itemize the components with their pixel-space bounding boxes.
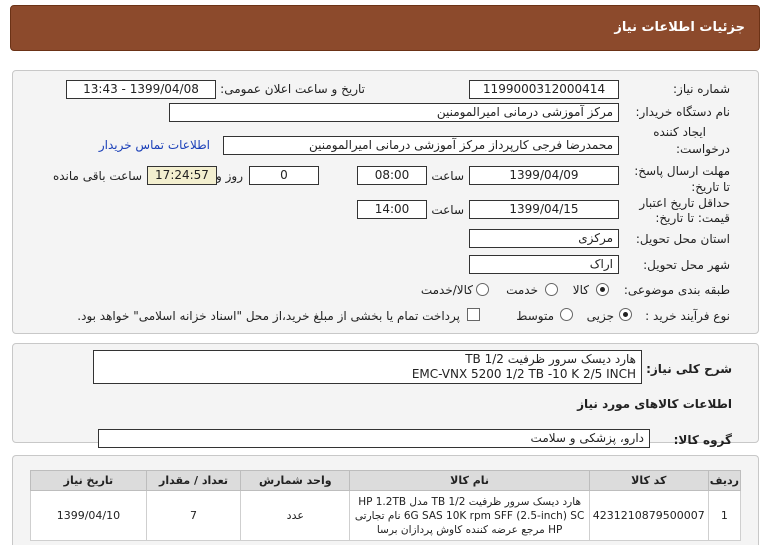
goods-section-title: اطلاعات کالاهای مورد نیاز [577,397,732,411]
deadline-label-2: تا تاریخ: [691,180,730,194]
creator-label-1: ایجاد کننده [653,125,706,139]
process-radio-medium[interactable] [560,308,573,321]
page-header: جزئیات اطلاعات نیاز [10,5,760,51]
description-line-2: EMC-VNX 5200 1/2 TB -10 K 2/5 INCH [411,367,636,381]
cell-unit: عدد [240,490,351,541]
province-label: استان محل تحویل: [635,232,730,246]
remaining-time-label: ساعت باقی مانده [52,169,142,183]
col-qty: تعداد / مقدار [145,470,242,491]
creator-label-2: درخواست: [676,142,730,156]
deadline-label-1: مهلت ارسال پاسخ: [634,164,730,178]
goods-group-label: گروه کالا: [673,433,732,447]
goods-table: ردیف کد کالا نام کالا واحد شمارش تعداد /… [30,470,742,541]
category-goods-label: کالا [572,283,589,297]
treasury-payment-note: پرداخت تمام یا بخشی از مبلغ خرید،از محل … [77,309,460,323]
need-number-label: شماره نیاز: [673,82,730,96]
validity-label-2: قیمت: تا تاریخ: [655,211,730,225]
deadline-time-label: ساعت [431,169,464,183]
city-field: اراک [469,255,619,274]
process-type-label: نوع فرآیند خرید : [645,309,730,323]
validity-date-field: 1399/04/15 [469,200,619,219]
cell-qty: 7 [145,490,242,541]
province-field: مرکزی [469,229,619,248]
buyer-org-field: مرکز آموزشی درمانی امیرالمومنین [169,103,619,122]
cell-row: 1 [707,490,742,541]
announce-datetime-field: 1399/04/08 - 13:43 [66,80,216,99]
description-label: شرح کلی نیاز: [646,362,732,376]
cell-code: 4231210879500007 [588,490,709,541]
category-label: طبقه بندی موضوعی: [623,283,730,297]
deadline-date-field: 1399/04/09 [469,166,619,185]
col-code: کد کالا [588,470,709,491]
validity-time-label: ساعت [431,203,464,217]
treasury-payment-checkbox[interactable] [467,308,480,321]
table-row: 1 4231210879500007 هارد دیسک سرور ظرفیت … [30,490,742,541]
col-unit: واحد شمارش [240,470,351,491]
process-medium-label: متوسط [516,309,554,323]
col-date: تاریخ نیاز [30,470,147,491]
days-remaining-field: 0 [249,166,319,185]
col-name: نام کالا [349,470,590,491]
category-radio-goods-service[interactable] [476,283,489,296]
category-service-label: خدمت [506,283,538,297]
description-line-1: هارد دیسک سرور ظرفیت TB 1/2 [465,352,636,366]
category-radio-service[interactable] [545,283,558,296]
category-radio-goods[interactable] [596,283,609,296]
cell-date: 1399/04/10 [30,490,147,541]
page-title: جزئیات اطلاعات نیاز [614,20,745,35]
col-row: ردیف [707,470,742,491]
cell-name: هارد دیسک سرور ظرفیت 1/2 TB مدل HP 1.2TB… [349,490,590,541]
city-label: شهر محل تحویل: [643,258,730,272]
validity-time-field: 14:00 [357,200,427,219]
goods-group-field: دارو، پزشکی و سلامت [98,429,650,448]
buyer-org-label: نام دستگاه خریدار: [635,105,731,119]
creator-field: محمدرضا فرجی کارپرداز مرکز آموزشی درمانی… [223,136,619,155]
description-box: هارد دیسک سرور ظرفیت TB 1/2 EMC-VNX 5200… [93,350,642,384]
need-number-field: 1199000312000414 [469,80,619,99]
announce-datetime-label: تاریخ و ساعت اعلان عمومی: [220,82,365,96]
buyer-contact-link[interactable]: اطلاعات تماس خریدار [99,138,210,152]
process-radio-minor[interactable] [619,308,632,321]
validity-label-1: حداقل تاریخ اعتبار [639,196,730,210]
process-minor-label: جزیی [586,309,614,323]
days-label: روز و [216,169,243,183]
category-goods-service-label: کالا/خدمت [420,283,473,297]
deadline-time-field: 08:00 [357,166,427,185]
remaining-time-field: 17:24:57 [147,166,217,185]
